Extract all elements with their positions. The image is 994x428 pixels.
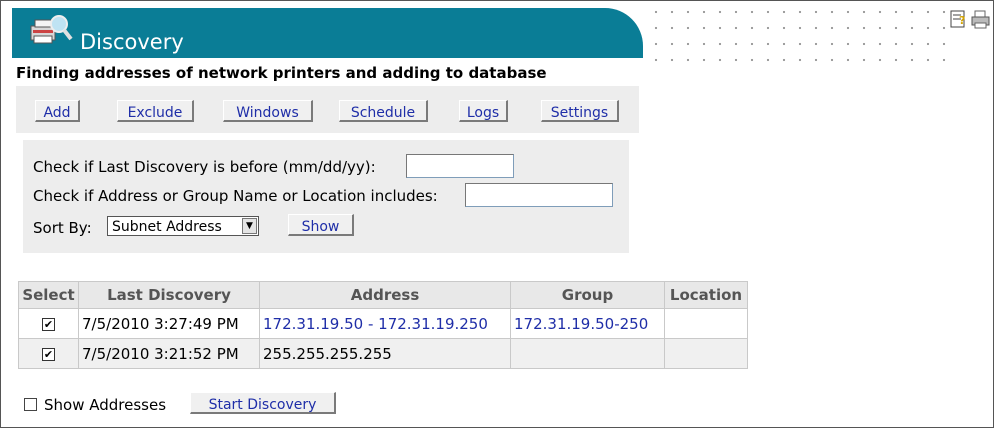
last-discovery-label: Check if Last Discovery is before (mm/dd…: [33, 158, 376, 176]
discovery-table: Select Last Discovery Address Group Loca…: [18, 281, 748, 369]
printer-icon[interactable]: [970, 9, 992, 31]
group-cell: [510, 338, 665, 369]
table-row: ✔ 7/5/2010 3:21:52 PM 255.255.255.255: [18, 338, 748, 369]
chevron-down-icon[interactable]: ▼: [242, 218, 257, 234]
toolbar: Add Exclude Windows Schedule Logs Settin…: [16, 86, 639, 133]
discovery-logo-icon: [30, 15, 73, 44]
address-filter-label: Check if Address or Group Name or Locati…: [33, 187, 438, 205]
column-header-location: Location: [664, 281, 748, 309]
sort-by-label: Sort By:: [33, 219, 92, 237]
row-select-checkbox[interactable]: ✔: [42, 347, 55, 361]
logs-button[interactable]: Logs: [459, 100, 508, 122]
page-subtitle: Finding addresses of network printers an…: [16, 64, 547, 82]
schedule-button[interactable]: Schedule: [339, 100, 428, 122]
address-cell: 255.255.255.255: [259, 338, 511, 369]
column-header-address: Address: [259, 281, 511, 309]
filter-panel: Check if Last Discovery is before (mm/dd…: [23, 140, 629, 253]
show-addresses-label: Show Addresses: [44, 396, 167, 414]
dotted-background: [648, 4, 948, 64]
add-button[interactable]: Add: [35, 100, 80, 122]
start-discovery-button[interactable]: Start Discovery: [190, 392, 336, 414]
svg-text:?: ?: [959, 14, 965, 27]
show-button[interactable]: Show: [288, 214, 354, 236]
page-title: Discovery: [80, 30, 184, 54]
table-row: ✔ 7/5/2010 3:27:49 PM 172.31.19.50 - 172…: [18, 308, 748, 339]
address-filter-input[interactable]: [465, 183, 613, 207]
sort-by-value: Subnet Address: [112, 219, 222, 235]
table-header-row: Select Last Discovery Address Group Loca…: [18, 281, 748, 309]
page-header: Discovery: [12, 8, 643, 58]
group-link[interactable]: 172.31.19.50-250: [510, 308, 665, 339]
location-cell: [664, 338, 748, 369]
column-header-group: Group: [510, 281, 665, 309]
last-discovery-cell: 7/5/2010 3:27:49 PM: [78, 308, 260, 339]
windows-button[interactable]: Windows: [223, 100, 313, 122]
exclude-button[interactable]: Exclude: [117, 100, 194, 122]
location-cell: [664, 308, 748, 339]
address-link[interactable]: 172.31.19.50 - 172.31.19.250: [259, 308, 511, 339]
last-discovery-input[interactable]: [406, 154, 514, 178]
column-header-select: Select: [18, 281, 79, 309]
settings-button[interactable]: Settings: [541, 100, 619, 122]
sort-by-select[interactable]: Subnet Address ▼: [107, 216, 259, 236]
column-header-last-discovery: Last Discovery: [78, 281, 260, 309]
show-addresses-checkbox[interactable]: [24, 398, 37, 411]
last-discovery-cell: 7/5/2010 3:21:52 PM: [78, 338, 260, 369]
row-select-checkbox[interactable]: ✔: [42, 317, 55, 331]
